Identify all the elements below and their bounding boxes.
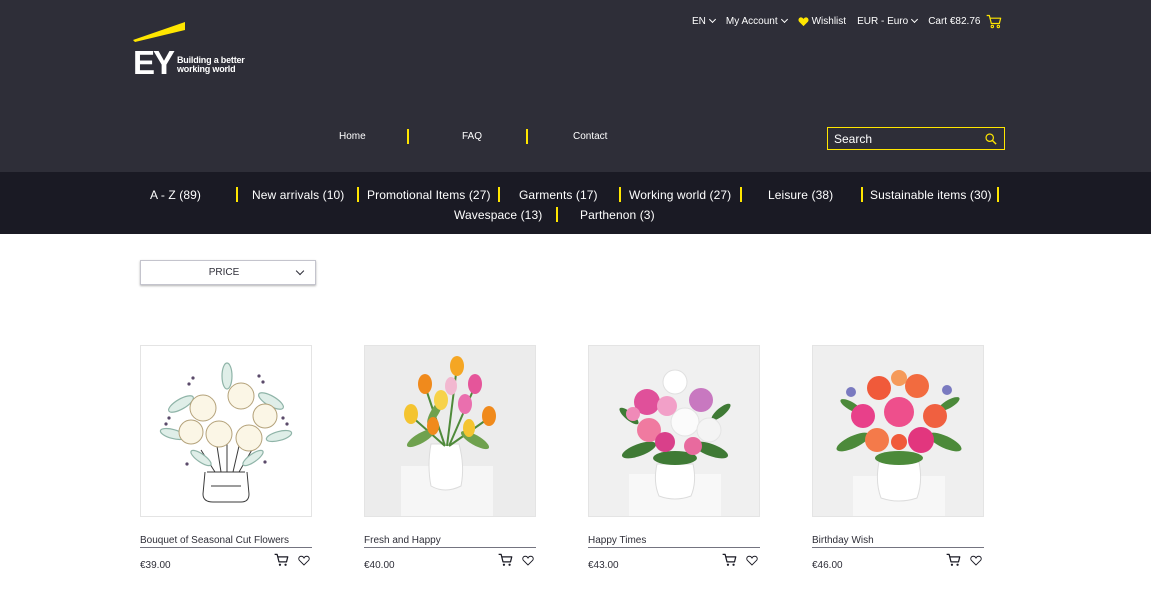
my-account-menu[interactable]: My Account [725, 15, 788, 27]
add-to-cart-icon[interactable] [722, 553, 737, 567]
currency-label: EUR - Euro [857, 15, 909, 27]
cart-icon [987, 14, 1002, 28]
category-divider [236, 187, 238, 202]
nav-divider [526, 129, 528, 144]
add-to-cart-icon[interactable] [946, 553, 961, 567]
utility-bar: EN My Account Wishlist EUR - Euro Cart €… [692, 14, 1013, 28]
product-card: Fresh and Happy €40.00 [364, 345, 536, 580]
search-input[interactable] [834, 131, 980, 147]
heart-icon [798, 16, 809, 26]
sketch-bouquet-image [141, 346, 311, 516]
category-divider [997, 187, 999, 202]
ey-logo[interactable]: EY Building a better working world [133, 20, 253, 81]
add-to-cart-icon[interactable] [274, 553, 289, 567]
nav-contact[interactable]: Contact [573, 131, 607, 142]
add-to-cart-icon[interactable] [498, 553, 513, 567]
tulip-bouquet-image [365, 346, 535, 516]
category-a-z[interactable]: A - Z (89) [150, 188, 201, 202]
product-price: €43.00 [588, 560, 619, 571]
cart-total: Cart €82.76 [928, 15, 981, 27]
logo-tagline: Building a better working world [177, 56, 245, 74]
product-image[interactable] [588, 345, 760, 517]
logo-letters: EY [133, 44, 175, 80]
category-divider [861, 187, 863, 202]
language-label: EN [692, 15, 706, 27]
category-sustainable-items[interactable]: Sustainable items (30) [870, 188, 992, 202]
lily-bouquet-image [589, 346, 759, 516]
category-new-arrivals[interactable]: New arrivals (10) [252, 188, 344, 202]
search-icon[interactable] [985, 133, 997, 145]
heart-icon[interactable] [522, 555, 534, 566]
heart-icon[interactable] [298, 555, 310, 566]
product-name[interactable]: Fresh and Happy [364, 535, 441, 546]
product-divider [812, 547, 984, 548]
product-image[interactable] [140, 345, 312, 517]
category-divider [556, 207, 558, 222]
nav-faq[interactable]: FAQ [462, 131, 482, 142]
nav-home[interactable]: Home [339, 131, 366, 142]
currency-selector[interactable]: EUR - Euro [857, 15, 919, 27]
product-card: Birthday Wish €46.00 [812, 345, 984, 580]
chevron-down-icon [708, 15, 716, 24]
category-parthenon[interactable]: Parthenon (3) [580, 208, 655, 222]
language-selector[interactable]: EN [692, 15, 716, 27]
product-divider [140, 547, 312, 548]
tagline-line-2: working world [177, 64, 236, 74]
category-divider [619, 187, 621, 202]
product-price: €40.00 [364, 560, 395, 571]
wishlist-label: Wishlist [811, 15, 847, 27]
cart-link[interactable]: Cart €82.76 [928, 14, 1002, 29]
product-image[interactable] [812, 345, 984, 517]
category-nav: A - Z (89) New arrivals (10) Promotional… [0, 172, 1151, 234]
birthday-bouquet-image [813, 346, 983, 516]
nav-divider [407, 129, 409, 144]
product-divider [588, 547, 760, 548]
product-price: €39.00 [140, 560, 171, 571]
product-image[interactable] [364, 345, 536, 517]
product-name[interactable]: Bouquet of Seasonal Cut Flowers [140, 535, 289, 546]
category-divider [357, 187, 359, 202]
product-card: Happy Times €43.00 [588, 345, 760, 580]
heart-icon[interactable] [746, 555, 758, 566]
chevron-down-icon [911, 15, 919, 24]
product-name[interactable]: Happy Times [588, 535, 646, 546]
search-box [827, 127, 1005, 150]
category-leisure[interactable]: Leisure (38) [768, 188, 833, 202]
site-header: EY Building a better working world EN My… [0, 0, 1151, 172]
category-wavespace[interactable]: Wavespace (13) [454, 208, 542, 222]
product-price: €46.00 [812, 560, 843, 571]
product-divider [364, 547, 536, 548]
product-card: Bouquet of Seasonal Cut Flowers €39.00 [140, 345, 312, 580]
account-label: My Account [725, 15, 778, 27]
category-divider [740, 187, 742, 202]
category-working-world[interactable]: Working world (27) [629, 188, 731, 202]
category-garments[interactable]: Garments (17) [519, 188, 598, 202]
category-promotional-items[interactable]: Promotional Items (27) [367, 188, 491, 202]
chevron-down-icon [780, 15, 788, 24]
heart-icon[interactable] [970, 555, 982, 566]
price-filter-label: PRICE [208, 267, 240, 278]
wishlist-link[interactable]: Wishlist [798, 16, 846, 27]
category-divider [498, 187, 500, 202]
product-name[interactable]: Birthday Wish [812, 535, 874, 546]
price-filter-dropdown[interactable]: PRICE [140, 260, 316, 285]
